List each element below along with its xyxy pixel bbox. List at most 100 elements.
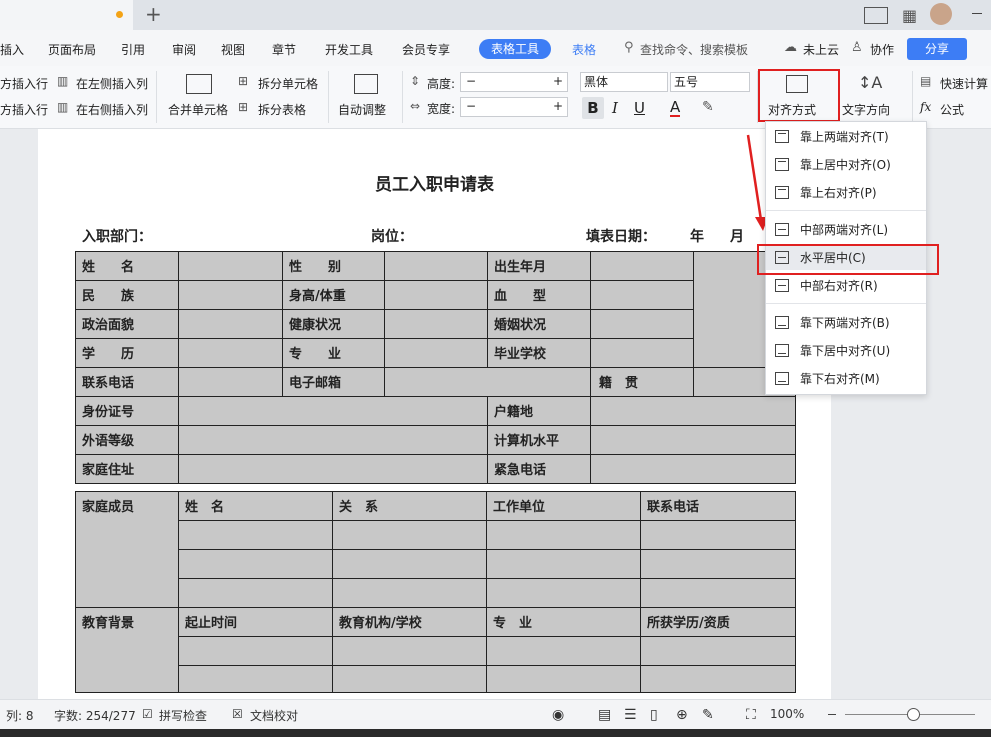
table-cell[interactable]: 计算机水平 xyxy=(487,425,591,455)
table-cell[interactable] xyxy=(178,280,283,310)
table-cell[interactable] xyxy=(178,425,488,455)
table-cell[interactable]: 户籍地 xyxy=(487,396,591,426)
font-size-select[interactable]: 五号 xyxy=(670,72,750,92)
merge-cells-button[interactable]: 合并单元格 xyxy=(168,101,228,118)
table-cell[interactable] xyxy=(178,309,283,339)
table-cell[interactable] xyxy=(486,520,641,550)
menu-item-bottom-right[interactable]: 靠下右对齐(M) xyxy=(766,367,926,391)
menu-insert[interactable]: 插入 xyxy=(0,41,24,58)
table-cell[interactable] xyxy=(178,367,283,397)
insert-col-left-button[interactable]: 在左侧插入列 xyxy=(76,75,148,92)
table-cell[interactable]: 健康状况 xyxy=(282,309,385,339)
table-cell[interactable] xyxy=(640,636,796,666)
table-cell[interactable]: 联系电话 xyxy=(640,491,796,521)
outline-view-icon[interactable]: ☰ xyxy=(624,707,637,723)
table-cell[interactable] xyxy=(590,309,694,339)
width-input[interactable] xyxy=(460,97,568,117)
table-cell[interactable]: 专 业 xyxy=(486,607,641,637)
minimize-button[interactable] xyxy=(972,13,982,14)
table-cell[interactable] xyxy=(590,425,796,455)
fit-page-icon[interactable]: ⛶ xyxy=(746,707,756,723)
menu-table-style[interactable]: 表格 xyxy=(572,41,596,58)
document-tab[interactable] xyxy=(0,0,133,30)
table-cell[interactable] xyxy=(590,338,694,368)
table-cell[interactable] xyxy=(332,549,487,579)
table-cell[interactable] xyxy=(486,549,641,579)
table-cell[interactable]: 民 族 xyxy=(75,280,179,310)
table-cell[interactable] xyxy=(178,338,283,368)
table-cell[interactable] xyxy=(178,578,333,608)
search-input[interactable]: 查找命令、搜索模板 xyxy=(640,41,748,58)
split-table-button[interactable]: 拆分表格 xyxy=(258,101,306,118)
table-cell[interactable]: 起止时间 xyxy=(178,607,333,637)
table-cell[interactable]: 姓 名 xyxy=(75,251,179,281)
table-cell[interactable] xyxy=(590,280,694,310)
table-cell[interactable] xyxy=(640,578,796,608)
table-cell[interactable] xyxy=(590,454,796,484)
bold-button[interactable]: B xyxy=(582,97,604,119)
menu-item-middle-justify[interactable]: 中部两端对齐(L) xyxy=(766,218,926,242)
table-cell[interactable]: 性 别 xyxy=(282,251,385,281)
menu-section[interactable]: 章节 xyxy=(272,41,296,58)
table-cell[interactable]: 教育机构/学校 xyxy=(332,607,487,637)
table-cell[interactable] xyxy=(486,665,641,693)
table-cell[interactable] xyxy=(640,520,796,550)
table-cell[interactable] xyxy=(178,396,488,426)
pen-icon[interactable]: ✎ xyxy=(702,707,714,723)
menu-item-top-right[interactable]: 靠上右对齐(P) xyxy=(766,181,926,205)
table-cell[interactable] xyxy=(384,338,488,368)
menu-references[interactable]: 引用 xyxy=(121,41,145,58)
table-cell[interactable]: 身份证号 xyxy=(75,396,179,426)
width-plus-button[interactable]: + xyxy=(553,99,563,113)
family-edu-table[interactable]: 家庭成员 姓 名 关 系 工作单位 联系电话 教育背景 起止时间 教育机构/学校… xyxy=(75,491,796,693)
family-label-cell[interactable]: 家庭成员 xyxy=(75,491,179,608)
table-cell[interactable] xyxy=(178,665,333,693)
read-view-icon[interactable]: ▯ xyxy=(650,707,658,723)
table-cell[interactable] xyxy=(486,636,641,666)
table-cell[interactable]: 毕业学校 xyxy=(487,338,591,368)
table-cell[interactable] xyxy=(178,251,283,281)
collab-button[interactable]: 协作 xyxy=(870,41,894,58)
table-cell[interactable]: 籍 贯 xyxy=(590,367,694,397)
edu-label-cell[interactable]: 教育背景 xyxy=(75,607,179,693)
insert-row-below-button[interactable]: 方插入行 xyxy=(0,101,48,118)
menu-review[interactable]: 审阅 xyxy=(172,41,196,58)
align-button[interactable]: 对齐方式 xyxy=(768,101,816,118)
italic-button[interactable]: I xyxy=(612,99,618,117)
zoom-level[interactable]: 100% xyxy=(770,707,804,721)
menu-developer[interactable]: 开发工具 xyxy=(325,41,373,58)
table-cell[interactable]: 政治面貌 xyxy=(75,309,179,339)
table-cell[interactable]: 关 系 xyxy=(332,491,487,521)
table-cell[interactable]: 专 业 xyxy=(282,338,385,368)
web-view-icon[interactable]: ⊕ xyxy=(676,707,688,723)
auto-adjust-button[interactable]: 自动调整 xyxy=(338,101,386,118)
word-count[interactable]: 字数: 254/277 xyxy=(54,707,136,724)
height-plus-button[interactable]: + xyxy=(553,74,563,88)
menu-view[interactable]: 视图 xyxy=(221,41,245,58)
table-cell[interactable] xyxy=(178,549,333,579)
menu-item-top-justify[interactable]: 靠上两端对齐(T) xyxy=(766,125,926,149)
layout-icon[interactable] xyxy=(864,7,888,24)
menu-table-tools[interactable]: 表格工具 xyxy=(479,39,551,59)
table-cell[interactable] xyxy=(384,309,488,339)
table-cell[interactable] xyxy=(590,396,796,426)
spellcheck-button[interactable]: 拼写检查 xyxy=(159,707,207,724)
table-cell[interactable] xyxy=(486,578,641,608)
menu-item-bottom-center[interactable]: 靠下居中对齐(U) xyxy=(766,339,926,363)
menu-member[interactable]: 会员专享 xyxy=(402,41,450,58)
highlight-icon[interactable]: ✎ xyxy=(702,99,714,115)
table-cell[interactable] xyxy=(332,578,487,608)
table-cell[interactable] xyxy=(384,367,591,397)
table-cell[interactable]: 家庭住址 xyxy=(75,454,179,484)
menu-page-layout[interactable]: 页面布局 xyxy=(48,41,96,58)
page-view-icon[interactable]: ▤ xyxy=(598,707,611,723)
employee-form-table[interactable]: 姓 名 性 别 出生年月 民 族 身高/体重 血 型 政治面貌 健康状况 婚姻状… xyxy=(75,251,796,484)
height-input[interactable] xyxy=(460,72,568,92)
table-cell[interactable]: 身高/体重 xyxy=(282,280,385,310)
table-cell[interactable]: 出生年月 xyxy=(487,251,591,281)
font-color-button[interactable]: A xyxy=(670,99,681,117)
table-cell[interactable]: 婚姻状况 xyxy=(487,309,591,339)
split-cell-button[interactable]: 拆分单元格 xyxy=(258,75,318,92)
eye-icon[interactable]: ◉ xyxy=(552,707,564,723)
table-cell[interactable] xyxy=(332,520,487,550)
